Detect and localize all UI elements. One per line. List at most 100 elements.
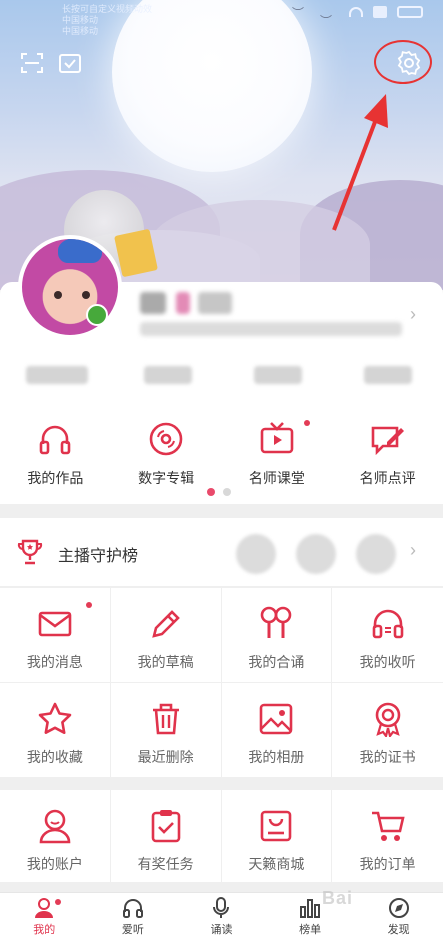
tab-discover[interactable]: 发现 <box>354 893 443 940</box>
avatar-hat <box>58 239 102 263</box>
page-indicator <box>207 488 231 496</box>
rank-title: 主播守护榜 <box>58 548 139 565</box>
wifi-icon <box>349 7 363 17</box>
tab-mine[interactable]: 我的 <box>0 893 89 940</box>
grid-item-album[interactable]: 我的相册 <box>221 683 333 778</box>
scan-icon[interactable] <box>20 52 44 74</box>
disc-icon <box>149 422 183 456</box>
avatar-eye <box>54 291 62 299</box>
battery-icon <box>397 6 423 18</box>
grid-item-reward-tasks[interactable]: 有奖任务 <box>111 790 222 882</box>
grid-label: 我的账户 <box>26 856 83 872</box>
grid-label: 我的消息 <box>26 654 83 670</box>
bar-chart-icon <box>300 898 321 918</box>
grid-item-listening[interactable]: 我的收听 <box>332 588 443 683</box>
pencil-icon <box>151 610 180 638</box>
stat-item[interactable] <box>254 366 302 384</box>
status-line: 长按可自定义视频动效 <box>62 4 153 14</box>
bird-illustration: ︶ <box>292 6 305 20</box>
tab-label: 发现 <box>387 923 410 936</box>
profile-icon <box>35 897 54 918</box>
stat-item[interactable] <box>26 366 88 384</box>
trophy-icon <box>17 539 43 565</box>
function-grid: 我的消息 我的草稿 我的合诵 我的收听 我的收藏 最近删除 我的相册 我的证书 <box>0 588 443 778</box>
avatar-eye <box>82 291 90 299</box>
stat-item[interactable] <box>364 366 412 384</box>
feature-label: 数字专辑 <box>138 470 195 486</box>
avatar[interactable] <box>18 235 122 339</box>
chevron-right-icon[interactable]: › <box>410 304 416 325</box>
headset-icon <box>122 898 143 918</box>
user-name <box>176 292 190 314</box>
microphone-icon <box>213 896 230 918</box>
grid-item-recently-deleted[interactable]: 最近删除 <box>110 683 222 778</box>
annotation-arrow <box>332 94 388 231</box>
grid-item-shop[interactable]: 天籁商城 <box>222 790 333 882</box>
notification-dot <box>303 420 310 426</box>
photo-icon <box>260 703 293 735</box>
grid-label: 最近删除 <box>137 749 194 765</box>
feature-row: 我的作品 数字专辑 名师课堂 名师点评 <box>0 420 443 488</box>
stat-item[interactable] <box>144 366 192 384</box>
bottom-tab-bar: 我的 爱听 诵读 榜单 发现 <box>0 892 443 940</box>
shop-icon <box>261 810 292 842</box>
grid-item-messages[interactable]: 我的消息 <box>0 588 111 683</box>
grid-label: 天籁商城 <box>248 856 305 872</box>
feature-label: 名师点评 <box>359 470 416 486</box>
fan-avatar[interactable] <box>236 534 276 574</box>
page-dot-active <box>207 488 215 496</box>
grid-label: 我的收听 <box>359 654 416 670</box>
user-subtitle <box>140 322 402 336</box>
tab-label: 爱听 <box>121 923 144 936</box>
notification-dot <box>55 899 61 905</box>
user-level-badge <box>198 292 232 314</box>
grid-item-orders[interactable]: 我的订单 <box>332 790 443 882</box>
grid-label: 我的草稿 <box>137 654 194 670</box>
grid-label: 我的证书 <box>359 749 416 765</box>
guard-rank-row[interactable]: 主播守护榜 › <box>0 518 443 586</box>
grid-label: 有奖任务 <box>137 856 194 872</box>
tv-play-icon <box>260 422 294 454</box>
tab-label: 诵读 <box>210 923 233 936</box>
chevron-right-icon[interactable]: › <box>410 540 416 561</box>
user-name <box>140 292 166 314</box>
grid-item-certificate[interactable]: 我的证书 <box>332 683 443 778</box>
listen-icon <box>372 609 403 639</box>
grid-item-drafts[interactable]: 我的草稿 <box>110 588 222 683</box>
status-line: 中国移动 <box>62 15 99 25</box>
user-icon <box>39 809 71 844</box>
fan-avatar[interactable] <box>356 534 396 574</box>
annotation-circle <box>374 40 432 84</box>
tab-recite[interactable]: 诵读 <box>177 893 266 940</box>
clipboard-check-icon <box>151 810 180 843</box>
certificate-icon <box>375 702 400 737</box>
tab-label: 我的 <box>33 923 56 936</box>
comment-edit-icon <box>371 426 404 456</box>
feature-master-class[interactable]: 名师课堂 <box>222 420 333 488</box>
feature-master-review[interactable]: 名师点评 <box>332 420 443 488</box>
headphones-icon <box>40 425 71 455</box>
grid-label: 我的相册 <box>248 749 305 765</box>
verified-badge-icon <box>86 304 108 326</box>
status-icons <box>349 6 423 18</box>
trash-icon <box>152 703 179 735</box>
tab-listen[interactable]: 爱听 <box>89 893 178 940</box>
function-grid-2: 我的账户 有奖任务 天籁商城 我的订单 <box>0 790 443 882</box>
feature-my-works[interactable]: 我的作品 <box>0 420 111 488</box>
profile-stats <box>0 366 443 390</box>
compass-icon <box>388 897 409 918</box>
grid-item-account[interactable]: 我的账户 <box>0 790 111 882</box>
signal-icon <box>373 6 387 18</box>
feature-digital-album[interactable]: 数字专辑 <box>111 420 222 488</box>
status-line: 中国移动 <box>62 26 99 36</box>
feature-label: 我的作品 <box>27 470 84 486</box>
star-icon <box>38 702 72 734</box>
notification-dot <box>86 602 92 608</box>
grid-item-favorites[interactable]: 我的收藏 <box>0 683 111 778</box>
checkin-icon[interactable] <box>58 52 82 74</box>
page-dot <box>223 488 231 496</box>
tab-label: 榜单 <box>299 923 322 936</box>
grid-item-duet[interactable]: 我的合诵 <box>221 588 333 683</box>
fan-avatar[interactable] <box>296 534 336 574</box>
grid-label: 我的合诵 <box>248 654 305 670</box>
